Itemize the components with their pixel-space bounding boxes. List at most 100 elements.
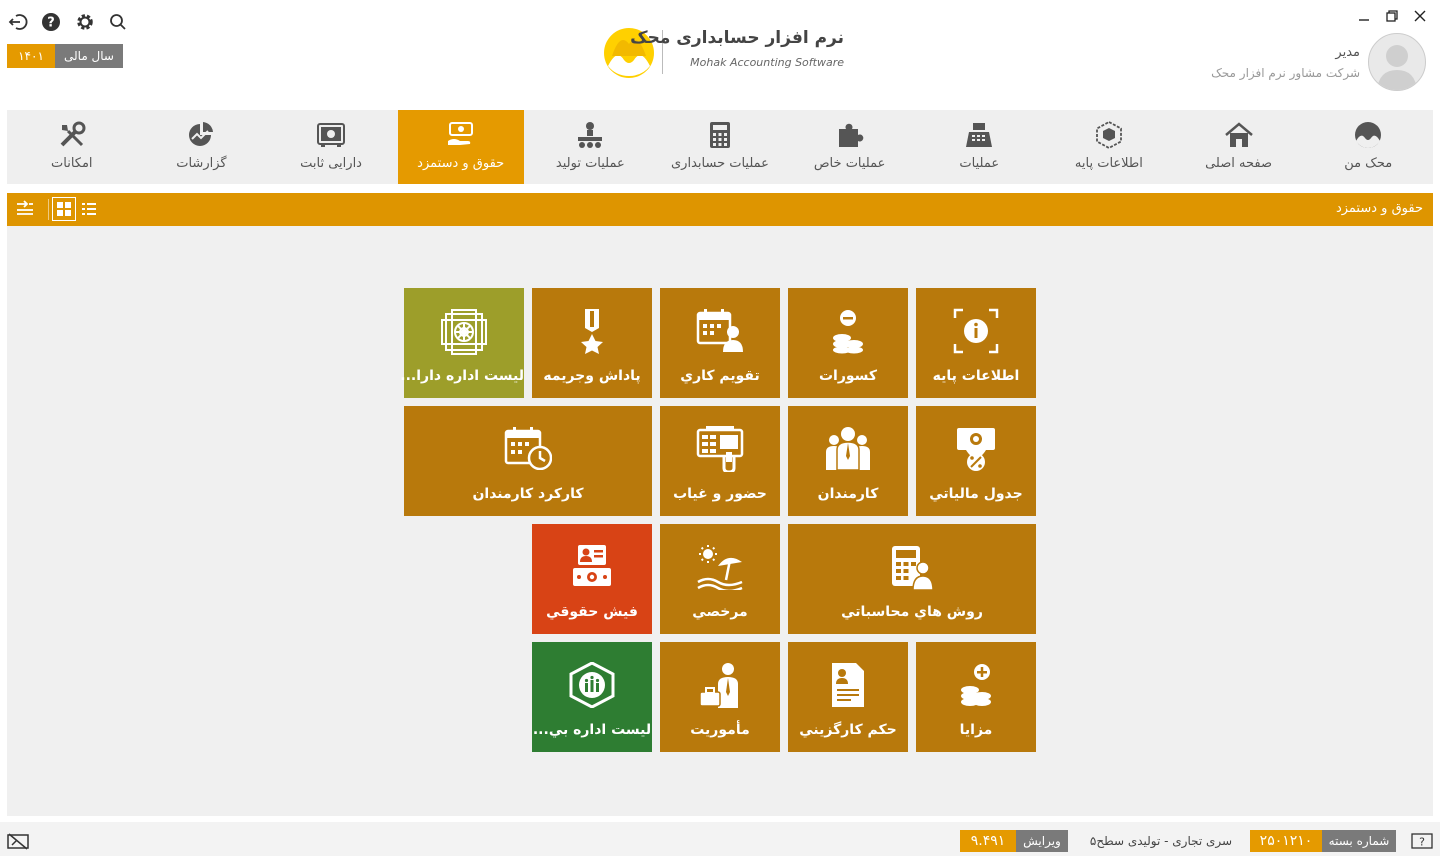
- tile-label: کسورات: [818, 368, 878, 384]
- close-button[interactable]: [1408, 6, 1432, 26]
- tile-label: ليست اداره بي...: [532, 722, 652, 738]
- list-icon: [82, 203, 96, 215]
- tile-label: کارمندان: [817, 486, 879, 502]
- change-view-button[interactable]: [13, 197, 37, 221]
- tile-employee-performance[interactable]: کارکرد کارمندان: [404, 406, 652, 516]
- nav-label: اطلاعات پایه: [1074, 156, 1143, 171]
- swap-list-icon: [17, 200, 33, 215]
- nav-item-base-info[interactable]: اطلاعات پایه: [1046, 110, 1172, 184]
- tile-label: تقويم كاري: [680, 368, 760, 384]
- tile-base-info[interactable]: اطلاعات پایه: [916, 288, 1036, 398]
- production-icon: [578, 122, 603, 148]
- logo-title-fa: نرم افزار حسابداری محک: [630, 28, 844, 48]
- tile-label: ليست اداره دارا...: [400, 368, 524, 384]
- tile-attendance[interactable]: حضور و غياب: [660, 406, 780, 516]
- nav-label: حقوق و دستمزد: [417, 156, 505, 171]
- user-name: مدیر: [1335, 44, 1360, 60]
- status-help-button[interactable]: ?: [1410, 830, 1434, 852]
- nav-label: صفحه اصلی: [1205, 156, 1272, 171]
- calendar-clock-icon: [504, 427, 552, 470]
- search-icon[interactable]: [107, 10, 131, 34]
- section-title: حقوق و دستمزد: [1335, 201, 1423, 216]
- tile-label: مأموريت: [690, 722, 750, 738]
- app-logo: نرم افزار حسابداری محک Mohak Accounting …: [602, 26, 844, 82]
- tile-label: کارکرد کارمندان: [472, 486, 584, 502]
- tile-label: مرخصي: [692, 604, 748, 620]
- salary-icon: [447, 122, 473, 145]
- coins-minus-icon: [833, 310, 863, 354]
- fiscal-year-value[interactable]: ۱۴۰۱: [7, 44, 55, 68]
- tile-deductions[interactable]: کسورات: [788, 288, 908, 398]
- nav-item-mohak-man[interactable]: محک من: [1305, 110, 1431, 184]
- user-panel[interactable]: مدیر شرکت مشاور نرم افزار محک: [1211, 33, 1426, 91]
- list-view-button[interactable]: [77, 197, 101, 221]
- minimize-button[interactable]: [1352, 6, 1376, 26]
- nav-item-fixed-assets[interactable]: دارایی ثابت: [268, 110, 394, 184]
- calculator-icon: [709, 122, 730, 148]
- status-bar: ۹.۴۹۱ ویرایش سری تجاری - تولیدی سطح۵ ۲۵۰…: [0, 822, 1440, 856]
- user-company: شرکت مشاور نرم افزار محک: [1211, 65, 1360, 80]
- tile-tax-table[interactable]: جدول مالياتي: [916, 406, 1036, 516]
- attendance-icon: [696, 426, 744, 472]
- tile-employment-decree[interactable]: حکم کارگزيني: [788, 642, 908, 752]
- grid-view-button[interactable]: [52, 197, 76, 221]
- nav-item-reports[interactable]: گزارشات: [139, 110, 265, 184]
- tile-label: روش هاي محاسباتي: [841, 604, 983, 620]
- tile-label: حکم کارگزيني: [799, 722, 897, 738]
- tile-insurance-list[interactable]: ليست اداره بي...: [532, 642, 652, 752]
- calendar-person-icon: [696, 309, 743, 352]
- package-value: ۲۵۰۱۲۱۰: [1250, 830, 1322, 852]
- nav-item-accounting-operations[interactable]: عملیات حسابداری: [657, 110, 783, 184]
- nav-label: عملیات تولید: [555, 156, 625, 171]
- nav-label: محک من: [1344, 156, 1393, 171]
- cube-icon: [1095, 120, 1122, 150]
- tile-payslip[interactable]: فيش حقوقي: [532, 524, 652, 634]
- tile-label: جدول مالياتي: [929, 486, 1023, 502]
- employees-icon: [826, 427, 870, 470]
- nav-item-payroll[interactable]: حقوق و دستمزد: [397, 110, 524, 184]
- tile-employees[interactable]: کارمندان: [788, 406, 908, 516]
- svg-text:?: ?: [1419, 836, 1425, 849]
- medal-icon: [581, 309, 603, 354]
- restore-button[interactable]: [1380, 6, 1404, 26]
- tile-calculation-methods[interactable]: روش هاي محاسباتي: [788, 524, 1036, 634]
- tile-work-calendar[interactable]: تقويم كاري: [660, 288, 780, 398]
- payslip-icon: [573, 545, 611, 586]
- screen-slash-icon: [7, 833, 29, 850]
- fiscal-year-label: سال مالی: [55, 44, 123, 68]
- version-value: ۹.۴۹۱: [960, 830, 1016, 852]
- info-icon: [953, 308, 999, 354]
- tax-office-icon: [441, 309, 487, 355]
- tile-tax-office-list[interactable]: ليست اداره دارا...: [400, 288, 524, 398]
- tile-leave[interactable]: مرخصي: [660, 524, 780, 634]
- top-toolbar: ?: [6, 10, 130, 34]
- tile-benefits[interactable]: مزايا: [916, 642, 1036, 752]
- insurance-icon: [569, 662, 615, 708]
- logout-icon[interactable]: [6, 10, 30, 34]
- calculator-person-icon: [892, 546, 934, 590]
- nav-label: دارایی ثابت: [300, 156, 362, 171]
- beach-icon: [697, 545, 743, 590]
- tools-icon: [60, 121, 86, 147]
- report-chart-icon: [189, 122, 214, 146]
- nav-item-operations[interactable]: عملیات: [916, 110, 1042, 184]
- fiscal-year[interactable]: ۱۴۰۱ سال مالی: [7, 44, 123, 68]
- gear-icon[interactable]: [73, 10, 97, 34]
- nav-item-tools[interactable]: امکانات: [9, 110, 135, 184]
- avatar[interactable]: [1368, 33, 1426, 91]
- toolbar-separator: [48, 199, 49, 220]
- tile-label: پاداش وجريمه: [543, 368, 641, 384]
- nav-item-home[interactable]: صفحه اصلی: [1176, 110, 1302, 184]
- help-icon[interactable]: ?: [40, 10, 64, 34]
- user-avatar-icon: [1377, 45, 1417, 90]
- status-left-button[interactable]: [6, 830, 30, 852]
- nav-label: عملیات حسابداری: [671, 156, 769, 171]
- nav-label: امکانات: [51, 156, 93, 171]
- safe-icon: [317, 123, 346, 147]
- nav-item-production-operations[interactable]: عملیات تولید: [528, 110, 654, 184]
- tile-reward-penalty[interactable]: پاداش وجريمه: [532, 288, 652, 398]
- nav-label: عملیات: [959, 156, 1000, 171]
- nav-item-special-operations[interactable]: عملیات خاص: [787, 110, 913, 184]
- tile-mission[interactable]: مأموريت: [660, 642, 780, 752]
- help-box-icon: ?: [1411, 833, 1433, 849]
